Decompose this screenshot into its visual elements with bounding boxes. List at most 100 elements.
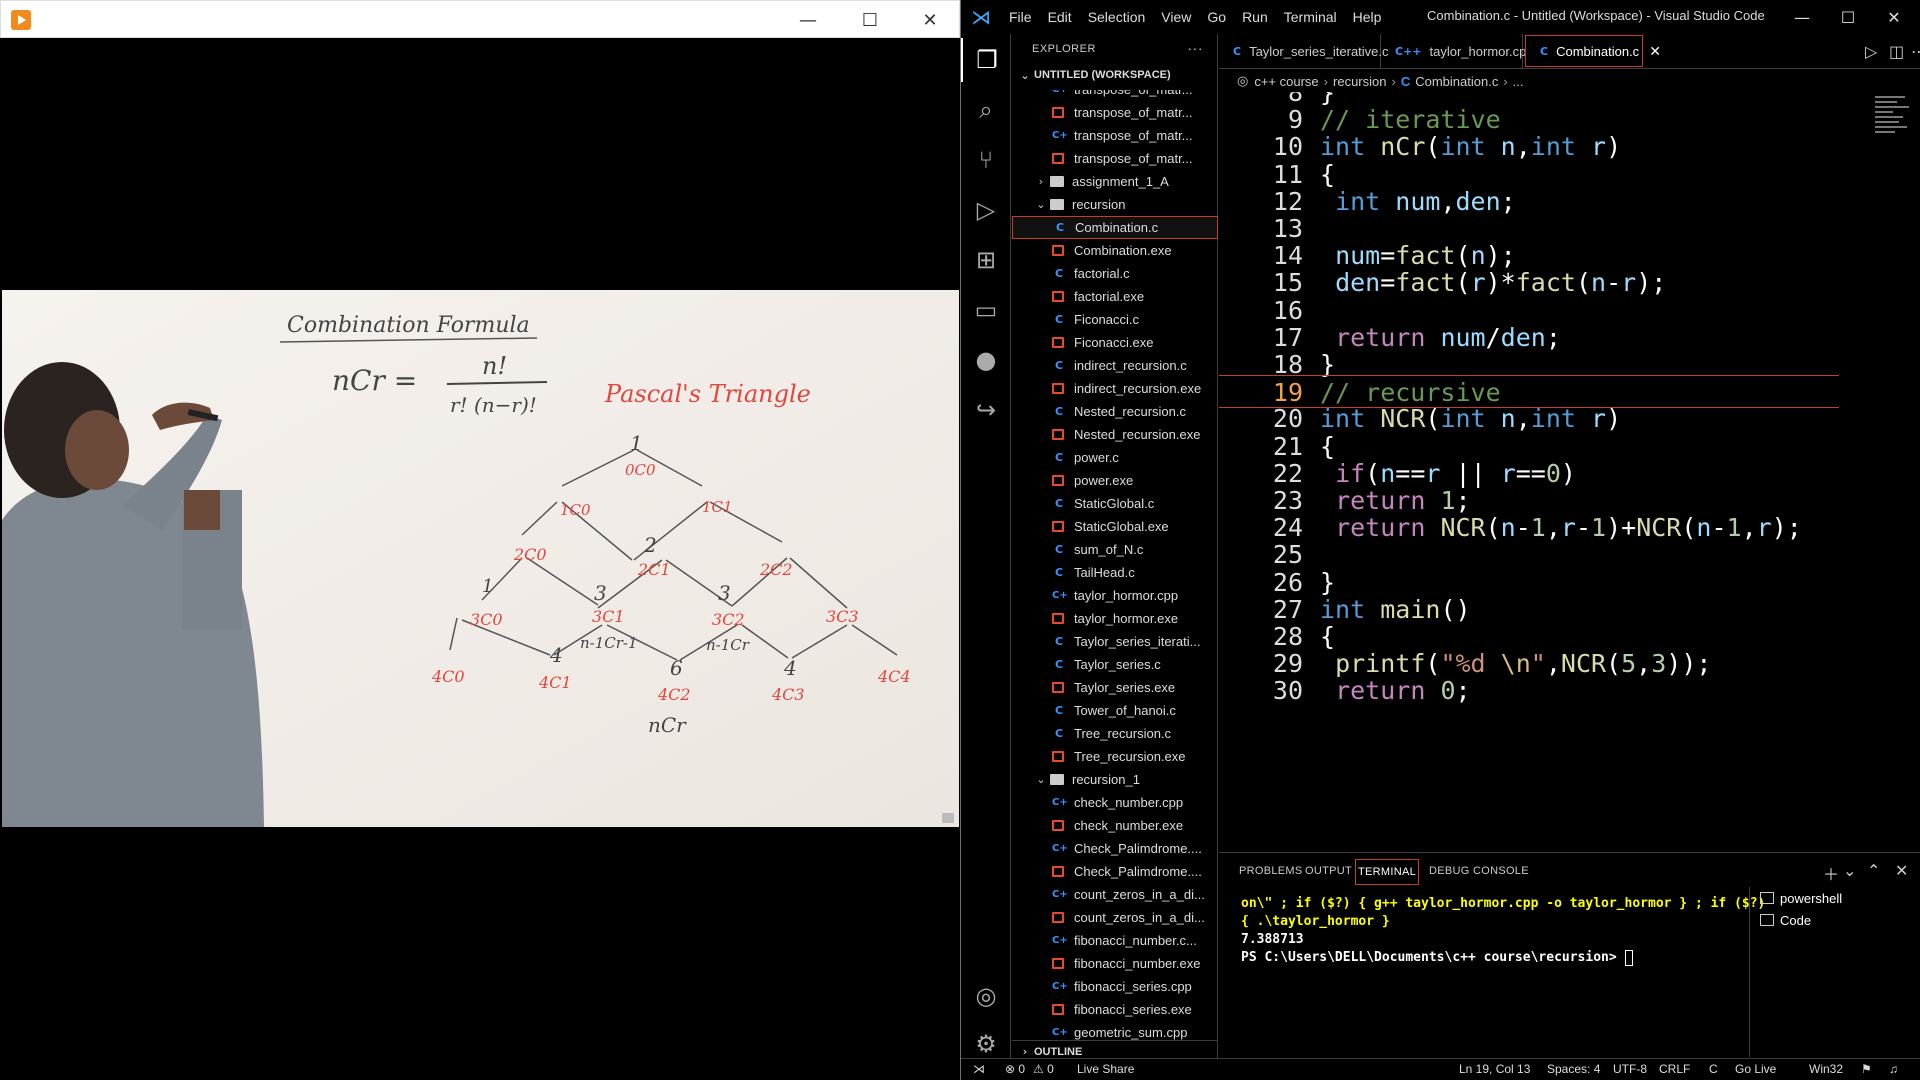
status-warnings[interactable]: ⚠ 0 — [1033, 1062, 1054, 1076]
tree-item[interactable]: C+ check_number.cpp — [1012, 791, 1218, 814]
tree-item[interactable]: C+ geometric_sum.cpp — [1012, 1021, 1218, 1040]
menu-file[interactable]: File — [1001, 9, 1040, 25]
tree-item[interactable]: Cindirect_recursion.c — [1012, 354, 1218, 377]
terminal-item-powershell[interactable]: powershell — [1750, 887, 1920, 909]
menu-edit[interactable]: Edit — [1040, 9, 1080, 25]
tree-item[interactable]: C Taylor_series_iterati... — [1012, 630, 1218, 653]
accounts-icon[interactable]: ◎ — [961, 974, 1011, 1018]
remote-indicator-icon[interactable]: ⋊ — [973, 1062, 985, 1076]
terminal-item-code[interactable]: Code — [1750, 909, 1920, 931]
minimize-button[interactable]: — — [1779, 0, 1825, 34]
maximize-button[interactable]: ☐ — [1825, 0, 1871, 34]
tree-item[interactable]: C Nested_recursion.c — [1012, 400, 1218, 423]
run-file-icon[interactable]: ▷ — [1865, 42, 1877, 61]
panel-tab-problems[interactable]: PROBLEMS — [1237, 859, 1305, 883]
panel-tab-output[interactable]: OUTPUT — [1303, 859, 1354, 883]
minimap[interactable] — [1875, 96, 1911, 156]
tree-item[interactable]: C+ fibonacci_number.c... — [1012, 929, 1218, 952]
status-platform[interactable]: Win32 — [1809, 1062, 1843, 1076]
status-errors[interactable]: ⊗ 0 — [1005, 1062, 1025, 1076]
tree-item[interactable]: Csum_of_N.c — [1012, 538, 1218, 561]
maximize-panel-icon[interactable]: ⌃ — [1867, 861, 1880, 880]
tree-item[interactable]: Check_Palimdrome.... — [1012, 860, 1218, 883]
video-frame[interactable]: Combination Formula nCr = n! r! (n−r)! P… — [2, 290, 959, 827]
breadcrumb-folder[interactable]: c++ course — [1254, 74, 1318, 89]
github-icon[interactable]: ● — [961, 338, 1011, 382]
player-maximize-button[interactable]: ☐ — [841, 1, 899, 39]
close-panel-icon[interactable]: ✕ — [1895, 861, 1908, 880]
status-cursor-position[interactable]: Ln 19, Col 13 — [1459, 1062, 1530, 1076]
menu-terminal[interactable]: Terminal — [1276, 9, 1345, 25]
menu-view[interactable]: View — [1153, 9, 1199, 25]
tree-item[interactable]: fibonacci_number.exe — [1012, 952, 1218, 975]
status-spaces[interactable]: Spaces: 4 — [1547, 1062, 1600, 1076]
tree-item[interactable]: taylor_hormor.exe — [1012, 607, 1218, 630]
feedback-icon[interactable]: ⚑ — [1861, 1062, 1872, 1076]
tree-item[interactable]: Ficonacci.exe — [1012, 331, 1218, 354]
status-encoding[interactable]: UTF-8 — [1613, 1062, 1647, 1076]
tree-item[interactable]: C+ taylor_hormor.cpp — [1012, 584, 1218, 607]
tree-item[interactable]: › assignment_1_A — [1012, 170, 1218, 193]
menu-selection[interactable]: Selection — [1080, 9, 1154, 25]
close-button[interactable]: ✕ — [1871, 0, 1917, 34]
run-debug-icon[interactable]: ▷ — [961, 188, 1011, 232]
panel-tab-debug-console[interactable]: DEBUG CONSOLE — [1427, 859, 1531, 883]
tree-item[interactable]: ⌄ recursion — [1012, 193, 1218, 216]
tree-item[interactable]: C+ transpose_of_matr... — [1012, 90, 1218, 101]
tree-item[interactable]: fibonacci_series.exe — [1012, 998, 1218, 1021]
code-line[interactable]: 30 return 0; — [1219, 674, 1839, 707]
menu-go[interactable]: Go — [1199, 9, 1234, 25]
tree-item[interactable]: Cfactorial.c — [1012, 262, 1218, 285]
status-language[interactable]: C — [1709, 1062, 1718, 1076]
panel-tab-terminal[interactable]: TERMINAL — [1355, 859, 1420, 885]
workspace-header[interactable]: ⌄ UNTITLED (WORKSPACE) — [1012, 64, 1217, 86]
explorer-more-icon[interactable]: ··· — [1188, 40, 1204, 56]
tree-item[interactable]: C Ficonacci.c — [1012, 308, 1218, 331]
remote-explorer-icon[interactable]: ▭ — [961, 288, 1011, 332]
tree-item[interactable]: StaticGlobal.exe — [1012, 515, 1218, 538]
player-minimize-button[interactable]: — — [779, 1, 837, 39]
tree-item[interactable]: C Combination.c — [1012, 216, 1218, 239]
tree-item[interactable]: C+ fibonacci_series.cpp — [1012, 975, 1218, 998]
terminal-dropdown-icon[interactable]: ⌄ — [1843, 861, 1856, 880]
tree-item[interactable]: Cpower.c — [1012, 446, 1218, 469]
search-icon[interactable]: ⌕ — [961, 88, 1011, 132]
breadcrumb-subfolder[interactable]: recursion — [1333, 74, 1386, 89]
status-eol[interactable]: CRLF — [1659, 1062, 1690, 1076]
explorer-icon[interactable]: ❐ — [961, 38, 1011, 82]
terminal-output[interactable]: on\" ; if ($?) { g++ taylor_hormor.cpp -… — [1241, 895, 1801, 967]
code-editor[interactable]: 8} 9// iterative 10 int nCr(int n,int r) 11{… — [1219, 92, 1920, 852]
tree-item[interactable]: count_zeros_in_a_di... — [1012, 906, 1218, 929]
player-close-button[interactable]: ✕ — [901, 1, 959, 39]
tree-item[interactable]: Tree_recursion.exe — [1012, 745, 1218, 768]
tab-taylor-hormor[interactable]: C++ taylor_hormor.cpp — [1381, 34, 1534, 69]
tree-item[interactable]: transpose_of_matr... — [1012, 101, 1218, 124]
tree-item[interactable]: check_number.exe — [1012, 814, 1218, 837]
tree-item[interactable]: C+ Check_Palimdrome.... — [1012, 837, 1218, 860]
tree-item[interactable]: C+ transpose_of_matr... — [1012, 124, 1218, 147]
more-actions-icon[interactable]: ⋯ — [1911, 42, 1920, 61]
source-control-icon[interactable]: ⑂ — [961, 138, 1011, 182]
tree-item[interactable]: C Tree_recursion.c — [1012, 722, 1218, 745]
tree-item[interactable]: C+ count_zeros_in_a_di... — [1012, 883, 1218, 906]
breadcrumb-symbol[interactable]: ... — [1513, 74, 1524, 89]
tab-taylor-series-iterative[interactable]: C Taylor_series_iterative.c — [1219, 34, 1389, 69]
extensions-icon[interactable]: ⊞ — [961, 238, 1011, 282]
tree-item[interactable]: C Taylor_series.c — [1012, 653, 1218, 676]
breadcrumb-file[interactable]: Combination.c — [1415, 74, 1498, 89]
tree-item[interactable]: Taylor_series.exe — [1012, 676, 1218, 699]
tree-item[interactable]: Nested_recursion.exe — [1012, 423, 1218, 446]
menu-run[interactable]: Run — [1234, 9, 1276, 25]
tree-item[interactable]: power.exe — [1012, 469, 1218, 492]
notifications-bell-icon[interactable]: ♫ — [1889, 1062, 1898, 1076]
tree-item[interactable]: transpose_of_matr... — [1012, 147, 1218, 170]
status-live-share[interactable]: Live Share — [1077, 1062, 1134, 1076]
tree-item[interactable]: C Tower_of_hanoi.c — [1012, 699, 1218, 722]
live-share-icon[interactable]: ↪ — [961, 388, 1011, 432]
tree-item[interactable]: Combination.exe — [1012, 239, 1218, 262]
status-go-live[interactable]: Go Live — [1735, 1062, 1776, 1076]
tab-combination[interactable]: C Combination.c ✕ — [1525, 35, 1661, 67]
tree-item[interactable]: factorial.exe — [1012, 285, 1218, 308]
tree-item[interactable]: C TailHead.c — [1012, 561, 1218, 584]
new-terminal-icon[interactable]: ＋ — [1823, 861, 1839, 885]
